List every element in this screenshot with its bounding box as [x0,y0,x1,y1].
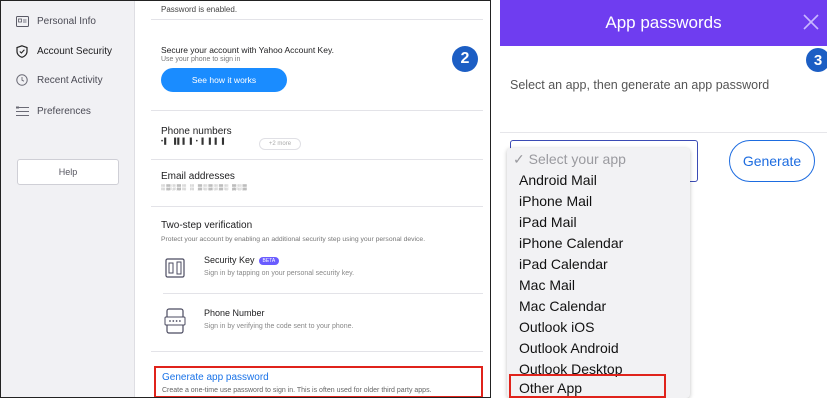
other-app-highlight [509,374,666,398]
divider [151,159,483,160]
sidebar-item-label: Recent Activity [37,74,103,86]
modal-title: App passwords [605,13,722,32]
divider [151,351,483,352]
dropdown-option-ipad-mail[interactable]: iPad Mail [519,214,577,230]
shield-icon [15,44,29,58]
generate-app-password-subtitle: Create a one-time use password to sign i… [162,387,432,394]
sidebar-item-personal-info[interactable]: Personal Info [1,7,135,35]
phone-number-option-subtitle: Sign in by verifying the code sent to yo… [204,323,354,330]
sidebar-item-label: Preferences [37,105,91,117]
phone-code-icon [163,306,187,336]
divider [151,110,483,111]
security-content: Password is enabled. Secure your account… [151,1,483,397]
dropdown-placeholder: ✓ Select your app [513,151,626,167]
dropdown-option-mac-mail[interactable]: Mac Mail [519,277,575,293]
help-button[interactable]: Help [17,159,119,185]
email-addresses-title: Email addresses [161,171,235,182]
dropdown-option-outlook-ios[interactable]: Outlook iOS [519,319,594,335]
close-icon[interactable] [801,12,821,32]
dropdown-option-ipad-calendar[interactable]: iPad Calendar [519,256,608,272]
see-how-it-works-button[interactable]: See how it works [161,68,287,92]
beta-badge: BETA [258,256,280,265]
password-enabled-text: Password is enabled. [161,5,238,14]
more-phones-pill[interactable]: +2 more [259,138,301,150]
dropdown-option-iphone-mail[interactable]: iPhone Mail [519,193,592,209]
phone-numbers-title: Phone numbers [161,126,232,137]
security-key-icon [163,253,187,283]
app-passwords-modal: App passwords 3 Select an app, then gene… [500,0,827,398]
generate-app-password-highlight[interactable]: Generate app password Create a one-time … [154,366,483,397]
account-key-title: Secure your account with Yahoo Account K… [161,45,334,55]
generate-app-password-link[interactable]: Generate app password [162,372,269,383]
dropdown-option-mac-calendar[interactable]: Mac Calendar [519,298,606,314]
phone-numbers-value: •▌ ▐▌▌▐ • ▌▐ ▌▐ [161,139,226,145]
divider [163,293,483,294]
security-key-option[interactable]: Security Key BETA [204,255,280,265]
divider [151,19,483,20]
divider [500,132,827,133]
security-key-title: Security Key [204,255,255,265]
sidebar-item-recent-activity[interactable]: Recent Activity [1,66,135,94]
list-icon [15,104,29,118]
email-addresses-value: ░▒░▒░ ░ ▒░▒░▒░ ▒░▒ [161,185,248,191]
sidebar-item-preferences[interactable]: Preferences [1,97,135,125]
step-badge-2: 2 [452,46,478,72]
app-dropdown-menu: ✓ Select your app Android Mail iPhone Ma… [507,148,690,398]
id-card-icon [15,14,29,28]
sidebar-item-label: Personal Info [37,15,96,27]
modal-header: App passwords [500,0,827,46]
account-security-panel: Personal Info Account Security Recent Ac… [0,0,491,398]
phone-number-option-title[interactable]: Phone Number [204,308,265,318]
step-badge-3: 3 [806,48,827,72]
generate-button[interactable]: Generate [729,140,815,182]
two-step-subtitle: Protect your account by enabling an addi… [161,236,426,243]
divider [151,206,483,207]
two-step-title: Two-step verification [161,220,253,231]
sidebar: Personal Info Account Security Recent Ac… [1,1,135,397]
dropdown-option-android-mail[interactable]: Android Mail [519,172,597,188]
account-key-subtitle: Use your phone to sign in [161,56,241,63]
sidebar-item-account-security[interactable]: Account Security [1,37,135,65]
instruction-text: Select an app, then generate an app pass… [510,78,770,92]
dropdown-option-outlook-android[interactable]: Outlook Android [519,340,619,356]
security-key-subtitle: Sign in by tapping on your personal secu… [204,270,355,277]
sidebar-item-label: Account Security [37,45,113,57]
clock-icon [15,73,29,87]
dropdown-option-iphone-calendar[interactable]: iPhone Calendar [519,235,623,251]
